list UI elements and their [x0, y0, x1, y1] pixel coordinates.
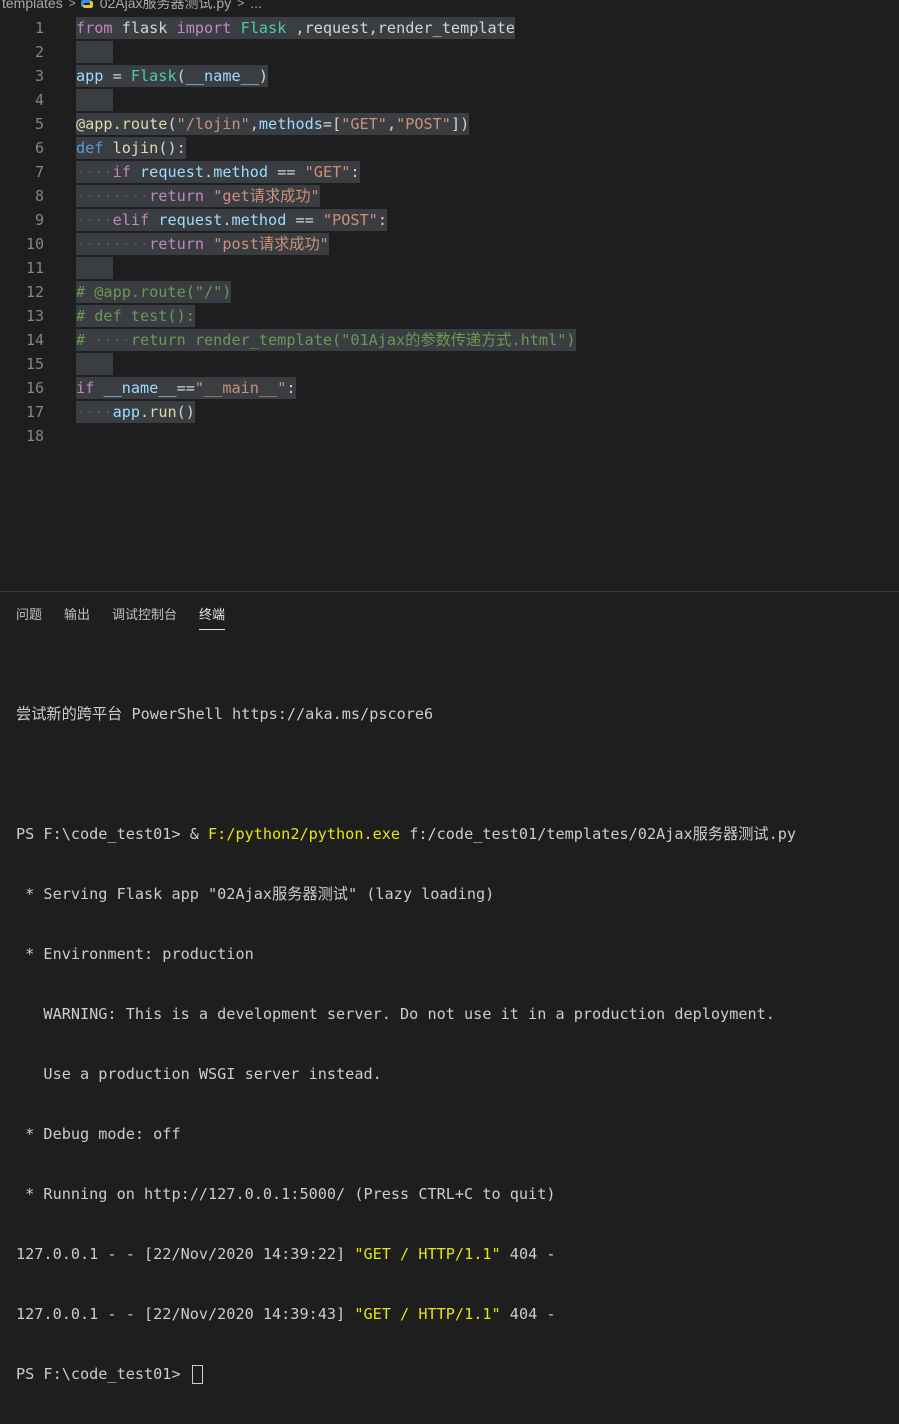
code-line: 1 from flask import Flask ,request,rende…: [0, 16, 899, 40]
request-log-request: GET / HTTP/1.1: [363, 1245, 492, 1263]
code-line: 2: [0, 40, 899, 64]
line-number: 6: [34, 139, 44, 157]
terminal-line: 127.0.0.1 - - [22/Nov/2020 14:39:43] "GE…: [16, 1304, 896, 1324]
code-text[interactable]: ········return "get请求成功": [76, 185, 320, 207]
line-number: 14: [25, 331, 44, 349]
chevron-right-icon: >: [68, 0, 76, 10]
line-number: 15: [25, 355, 44, 373]
code-line: 10 ········return "post请求成功": [0, 232, 899, 256]
tab-output[interactable]: 输出: [64, 604, 90, 630]
line-number: 16: [25, 379, 44, 397]
python-file-icon: [80, 0, 93, 8]
terminal-line: 尝试新的跨平台 PowerShell https://aka.ms/pscore…: [16, 705, 434, 723]
code-line: 16 if __name__=="__main__":: [0, 376, 899, 400]
code-line: 6 def lojin():: [0, 136, 899, 160]
line-number: 12: [25, 283, 44, 301]
code-line: 18: [0, 424, 899, 448]
terminal-prompt: PS F:\code_test01> &: [16, 825, 209, 843]
code-line: 14 # ····return render_template("01Ajax的…: [0, 328, 899, 352]
breadcrumb-folder[interactable]: templates: [0, 0, 65, 11]
breadcrumb-more[interactable]: ...: [248, 0, 264, 11]
code-text[interactable]: app = Flask(__name__): [76, 65, 269, 87]
code-line: 5 @app.route("/lojin",methods=["GET","PO…: [0, 112, 899, 136]
terminal-line: * Serving Flask app "02Ajax服务器测试" (lazy …: [16, 885, 495, 903]
code-text[interactable]: from flask import Flask ,request,render_…: [76, 17, 515, 39]
bottom-panel: 问题 输出 调试控制台 终端 尝试新的跨平台 PowerShell https:…: [0, 591, 899, 1384]
code-line: 13 # def test():: [0, 304, 899, 328]
terminal-line: 127.0.0.1 - - [22/Nov/2020 14:39:22] "GE…: [16, 1244, 896, 1264]
panel-tabs: 问题 输出 调试控制台 终端: [16, 604, 226, 630]
code-line: 7 ····if request.method == "GET":: [0, 160, 899, 184]
line-number: 5: [34, 115, 44, 133]
breadcrumb: templates > 02Ajax服务器测试.py > ...: [0, 0, 264, 12]
code-text[interactable]: [76, 41, 113, 63]
tab-problems[interactable]: 问题: [16, 604, 42, 630]
request-log-quote-close: ": [491, 1305, 501, 1323]
code-text[interactable]: ····elif request.method == "POST":: [76, 209, 387, 231]
breadcrumb-file[interactable]: 02Ajax服务器测试.py: [98, 0, 233, 13]
line-number: 9: [34, 211, 44, 229]
request-log-prefix: 127.0.0.1 - - [22/Nov/2020 14:39:43]: [16, 1305, 355, 1323]
code-text[interactable]: # ····return render_template("01Ajax的参数传…: [76, 329, 576, 351]
code-text[interactable]: if __name__=="__main__":: [76, 377, 296, 399]
request-log-suffix: 404 -: [500, 1305, 556, 1323]
terminal-line: * Running on http://127.0.0.1:5000/ (Pre…: [16, 1185, 556, 1203]
terminal-line: * Debug mode: off: [16, 1125, 181, 1143]
code-text[interactable]: @app.route("/lojin",methods=["GET","POST…: [76, 113, 470, 135]
code-text[interactable]: def lojin():: [76, 137, 186, 159]
line-number: 4: [34, 91, 44, 109]
code-line: 9 ····elif request.method == "POST":: [0, 208, 899, 232]
line-number: 11: [25, 259, 44, 277]
line-number: 8: [34, 187, 44, 205]
terminal-output[interactable]: 尝试新的跨平台 PowerShell https://aka.ms/pscore…: [16, 664, 896, 1424]
code-line: 11: [0, 256, 899, 280]
tab-debug-console[interactable]: 调试控制台: [112, 604, 177, 630]
line-number: 17: [25, 403, 44, 421]
code-text[interactable]: # @app.route("/"): [76, 281, 232, 303]
terminal-prompt: PS F:\code_test01>: [16, 1365, 190, 1383]
line-number: 10: [25, 235, 44, 253]
request-log-request: GET / HTTP/1.1: [363, 1305, 492, 1323]
request-log-quote-open: ": [354, 1245, 364, 1263]
terminal-line: PS F:\code_test01> & F:/python2/python.e…: [16, 824, 896, 844]
terminal-script-arg: f:/code_test01/templates/02Ajax服务器测试.py: [400, 825, 797, 843]
code-editor[interactable]: 1 from flask import Flask ,request,rende…: [0, 16, 899, 591]
terminal-line: * Environment: production: [16, 945, 254, 963]
code-line: 4: [0, 88, 899, 112]
code-line: 8 ········return "get请求成功": [0, 184, 899, 208]
request-log-prefix: 127.0.0.1 - - [22/Nov/2020 14:39:22]: [16, 1245, 355, 1263]
line-number: 1: [34, 19, 44, 37]
request-log-suffix: 404 -: [500, 1245, 556, 1263]
terminal-line: PS F:\code_test01>: [16, 1364, 896, 1384]
code-line: 15: [0, 352, 899, 376]
chevron-right-icon: >: [237, 0, 245, 10]
line-number: 2: [34, 43, 44, 61]
line-number: 7: [34, 163, 44, 181]
request-log-quote-close: ": [491, 1245, 501, 1263]
line-number: 18: [25, 427, 44, 445]
code-line: 12 # @app.route("/"): [0, 280, 899, 304]
terminal-line: Use a production WSGI server instead.: [16, 1065, 382, 1083]
code-text[interactable]: ····if request.method == "GET":: [76, 161, 360, 183]
line-number: 3: [34, 67, 44, 85]
terminal-cursor[interactable]: [191, 1365, 203, 1384]
code-text[interactable]: [76, 353, 113, 375]
code-text[interactable]: # def test():: [76, 305, 195, 327]
line-number: 13: [25, 307, 44, 325]
tab-terminal[interactable]: 终端: [199, 604, 226, 630]
code-text[interactable]: [76, 89, 113, 111]
request-log-quote-open: ": [354, 1305, 364, 1323]
terminal-python-path: F:/python2/python.exe: [208, 825, 401, 843]
code-text[interactable]: ········return "post请求成功": [76, 233, 329, 255]
code-text[interactable]: [76, 257, 113, 279]
terminal-line: WARNING: This is a development server. D…: [16, 1005, 775, 1023]
code-line: 17 ····app.run(): [0, 400, 899, 424]
code-line: 3 app = Flask(__name__): [0, 64, 899, 88]
code-text[interactable]: ····app.run(): [76, 401, 195, 423]
